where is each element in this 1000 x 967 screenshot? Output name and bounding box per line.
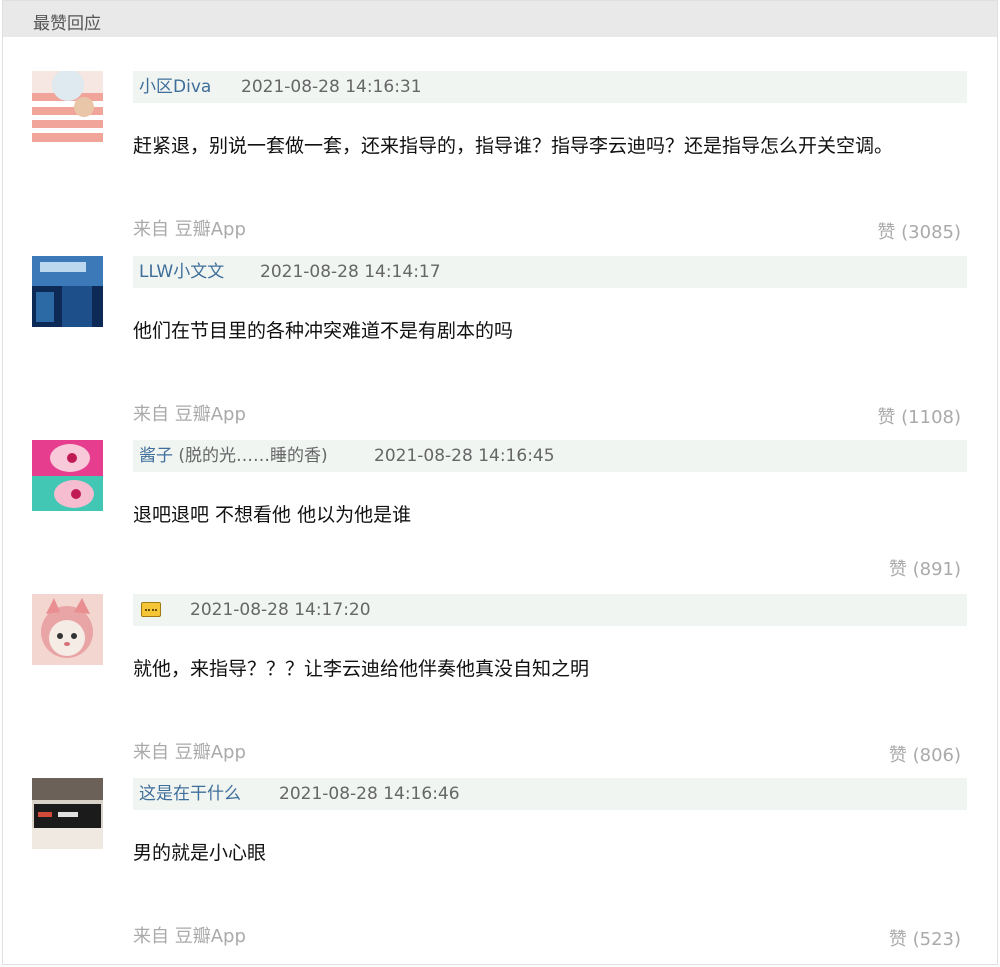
like-button[interactable]: 赞 (523) xyxy=(889,925,961,951)
avatar[interactable] xyxy=(32,256,103,327)
hot-comments-panel: 最赞回应 小区Diva 2021-08-28 14:16:31 赶紧退，别说一套… xyxy=(2,0,998,965)
like-button[interactable]: 赞 (891) xyxy=(889,555,961,581)
comment-meta: 小区Diva 2021-08-28 14:16:31 xyxy=(133,71,967,103)
comment-meta: LLW小文文 2021-08-28 14:14:17 xyxy=(133,256,967,288)
comment-meta: 这是在干什么 2021-08-28 14:16:46 xyxy=(133,778,967,810)
author-link[interactable]: LLW小文文 xyxy=(139,256,224,288)
author-link[interactable]: 小区Diva xyxy=(139,71,211,103)
author-link[interactable]: 酱子 (脱的光……睡的香) xyxy=(139,440,328,472)
comment-meta: 酱子 (脱的光……睡的香) 2021-08-28 14:16:45 xyxy=(133,440,967,472)
like-button[interactable]: 赞 (806) xyxy=(889,741,961,767)
section-header: 最赞回应 xyxy=(3,1,997,37)
like-button[interactable]: 赞 (3085) xyxy=(877,218,961,244)
user-badge-icon xyxy=(141,602,161,617)
avatar[interactable] xyxy=(32,71,103,142)
comment-time: 2021-08-28 14:16:45 xyxy=(374,446,555,466)
like-button[interactable]: 赞 (1108) xyxy=(877,403,961,429)
comment-text: 就他，来指导？？？让李云迪给他伴奏他真没自知之明 xyxy=(133,658,590,680)
section-title: 最赞回应 xyxy=(33,14,101,34)
comment-time: 2021-08-28 14:14:17 xyxy=(260,262,441,282)
author-name: 酱子 xyxy=(139,446,173,466)
comment-text: 男的就是小心眼 xyxy=(133,842,267,864)
comment-source: 来自 豆瓣App xyxy=(133,742,246,763)
comment-text: 赶紧退，别说一套做一套，还来指导的，指导谁？指导李云迪吗？还是指导怎么开关空调。 xyxy=(133,135,894,157)
comment-source: 来自 豆瓣App xyxy=(133,404,246,425)
comment-text: 退吧退吧 不想看他 他以为他是谁 xyxy=(133,504,412,526)
avatar[interactable] xyxy=(32,778,103,849)
author-nickname-note: (脱的光……睡的香) xyxy=(178,446,328,466)
avatar[interactable] xyxy=(32,440,103,511)
comment-text: 他们在节目里的各种冲突难道不是有剧本的吗 xyxy=(133,320,514,342)
comment-time: 2021-08-28 14:17:20 xyxy=(190,600,371,620)
author-link[interactable]: 这是在干什么 xyxy=(139,778,241,810)
comment-meta: 2021-08-28 14:17:20 xyxy=(133,594,967,626)
comment-source: 来自 豆瓣App xyxy=(133,926,246,947)
comment-time: 2021-08-28 14:16:31 xyxy=(241,77,422,97)
avatar[interactable] xyxy=(32,594,103,665)
comment-time: 2021-08-28 14:16:46 xyxy=(279,784,460,804)
comment-source: 来自 豆瓣App xyxy=(133,219,246,240)
